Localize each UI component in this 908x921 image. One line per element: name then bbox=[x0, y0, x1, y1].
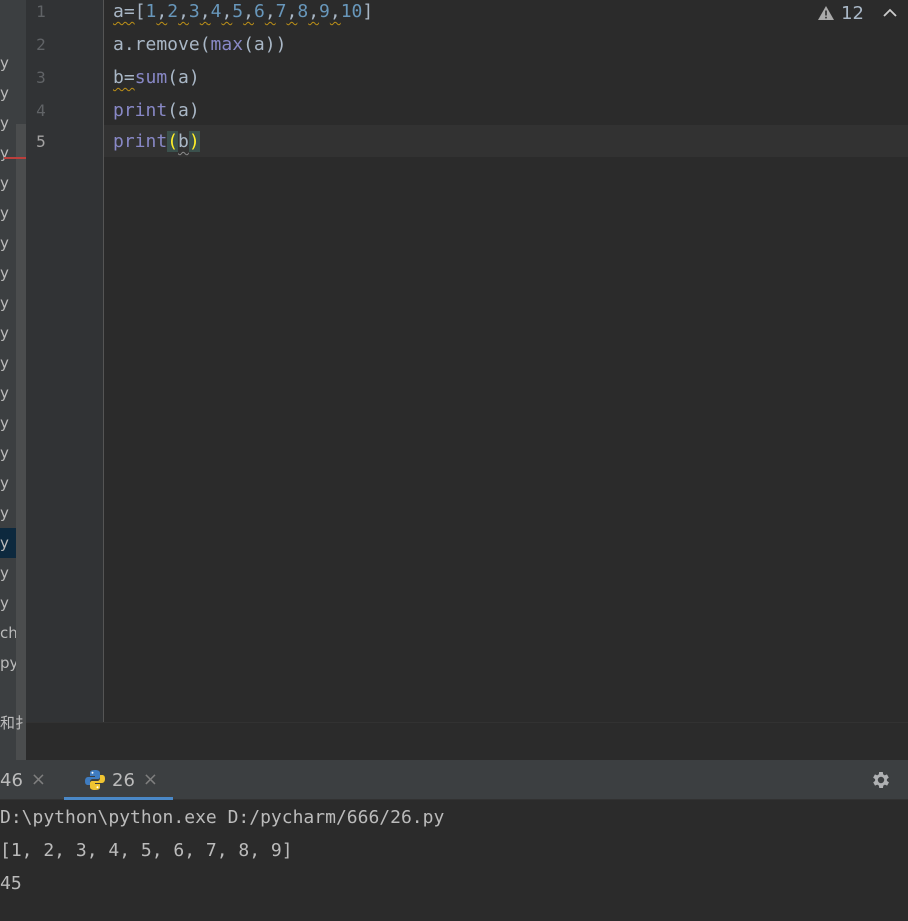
code-line[interactable]: b=sum(a) bbox=[113, 66, 200, 99]
code-line[interactable]: print(a) bbox=[113, 99, 200, 132]
code-editor[interactable] bbox=[104, 0, 908, 722]
warning-icon bbox=[818, 6, 835, 20]
code-line[interactable]: a=[1,2,3,4,5,6,7,8,9,10] bbox=[113, 0, 373, 33]
chevron-up-icon[interactable] bbox=[882, 5, 898, 21]
line-number: 1 bbox=[36, 2, 46, 21]
project-tree-item[interactable]: y bbox=[0, 48, 26, 78]
line-number: 4 bbox=[36, 101, 46, 120]
line-number: 2 bbox=[36, 35, 46, 54]
project-tree-stub-label[interactable]: 和扌 bbox=[0, 708, 26, 738]
run-console[interactable]: D:\python\python.exe D:/pycharm/666/26.p… bbox=[0, 801, 908, 921]
tab-run-46[interactable]: 46 × bbox=[0, 760, 46, 800]
project-tree-scrollbar[interactable] bbox=[16, 124, 26, 760]
console-output-line: 45 bbox=[0, 873, 22, 894]
error-stripe-mark bbox=[4, 157, 26, 159]
console-command-line: D:\python\python.exe D:/pycharm/666/26.p… bbox=[0, 807, 445, 828]
python-icon bbox=[85, 770, 105, 790]
project-tree-panel: yyyyyyyyyyyyyyyyyyych.ppy bbox=[0, 0, 26, 760]
project-tree-item[interactable]: y bbox=[0, 78, 26, 108]
tab-label: 26 bbox=[112, 769, 135, 791]
tab-label: 46 bbox=[0, 769, 23, 791]
current-line-highlight bbox=[104, 125, 908, 157]
close-icon[interactable]: × bbox=[31, 771, 46, 789]
active-tab-indicator bbox=[64, 797, 173, 800]
editor-footer-area bbox=[26, 722, 908, 760]
ide-window: yyyyyyyyyyyyyyyyyyych.ppy 和扌 1 2 3 4 5 a… bbox=[0, 0, 908, 921]
close-icon[interactable]: × bbox=[143, 771, 158, 789]
inspection-widget[interactable]: 12 bbox=[817, 2, 898, 24]
tab-run-26[interactable]: 26 × bbox=[84, 760, 158, 800]
console-output-line: [1, 2, 3, 4, 5, 6, 7, 8, 9] bbox=[0, 840, 293, 861]
line-number: 3 bbox=[36, 68, 46, 87]
gear-icon[interactable] bbox=[870, 769, 892, 791]
warning-count: 12 bbox=[841, 2, 864, 24]
line-number-current: 5 bbox=[36, 132, 46, 151]
run-tool-window-tabs: 46 × 26 × bbox=[0, 760, 908, 800]
code-line[interactable]: a.remove(max(a)) bbox=[113, 33, 286, 66]
code-line-current[interactable]: print(b) bbox=[113, 130, 200, 163]
